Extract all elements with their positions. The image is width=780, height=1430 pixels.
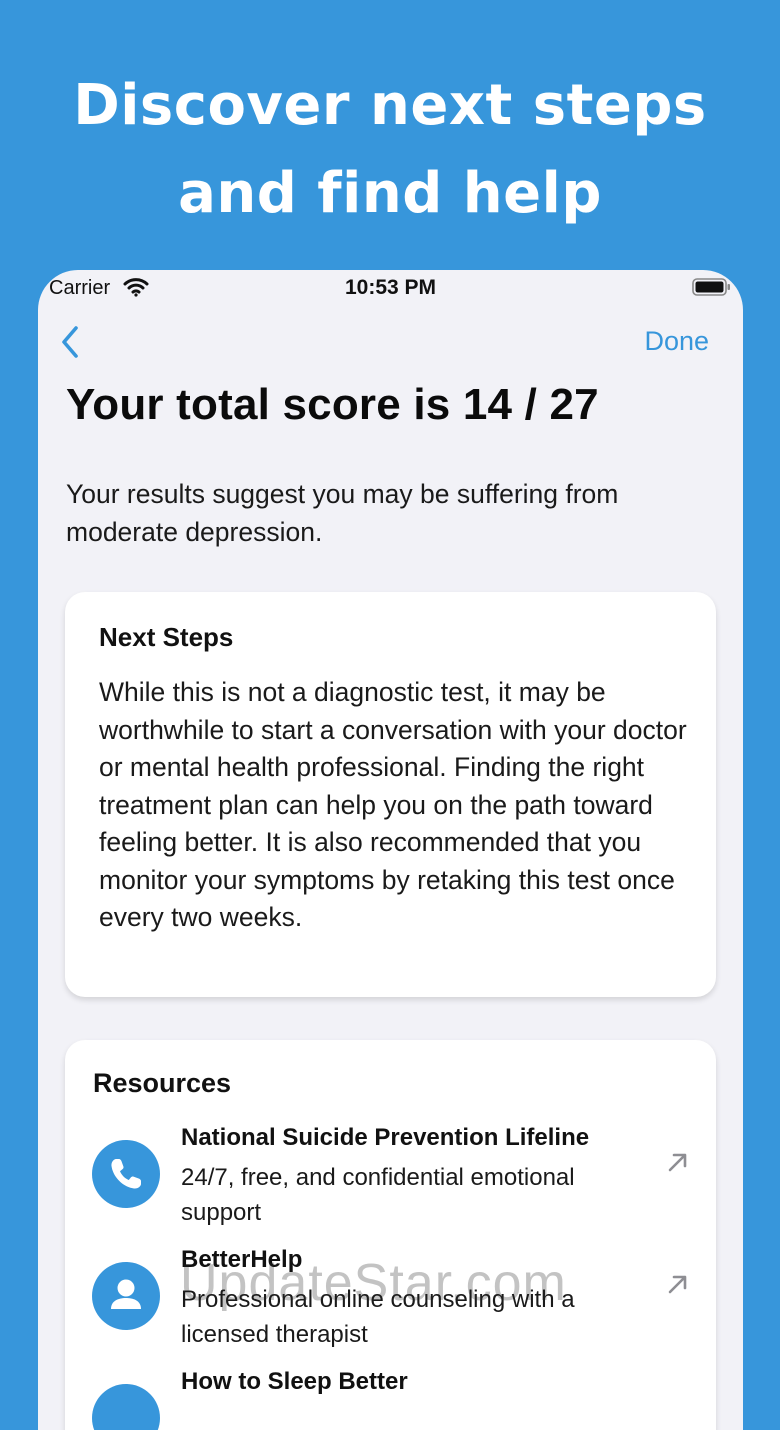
next-steps-card: Next Steps While this is not a diagnosti… [65,592,716,997]
done-button[interactable]: Done [644,326,709,357]
battery-icon [692,277,732,302]
resource-name: BetterHelp [181,1246,303,1273]
external-link-arrow-icon [668,1153,687,1172]
external-link-arrow-icon [668,1275,687,1294]
status-time: 10:53 PM [344,276,437,299]
resource-description: Professional online counseling with a li… [181,1286,575,1348]
next-steps-body: While this is not a diagnostic test, it … [99,677,687,932]
moon-icon [92,1384,160,1430]
hero-line-2: and find help [178,161,602,226]
resource-description: 24/7, free, and confidential emotional s… [181,1164,575,1226]
resource-item-betterhelp[interactable]: BetterHelp Professional online counselin… [65,1246,716,1366]
hero-heading: Discover next steps and find help [0,62,780,238]
resource-name: How to Sleep Better [181,1368,408,1395]
person-icon [92,1262,160,1330]
hero-line-1: Discover next steps [73,73,707,138]
back-button[interactable] [56,322,86,362]
status-bar: Carrier 10:53 PM [38,270,743,310]
page-title: Your total score is 14 / 27 [66,380,599,429]
next-steps-title: Next Steps [99,622,234,652]
resource-item-sleep[interactable]: How to Sleep Better [65,1368,716,1430]
phone-icon [92,1140,160,1208]
resources-card: Resources National Suicide Prevention Li… [65,1040,716,1430]
resource-item-lifeline[interactable]: National Suicide Prevention Lifeline 24/… [65,1124,716,1244]
result-summary: Your results suggest you may be sufferin… [66,479,619,547]
resource-name: National Suicide Prevention Lifeline [181,1124,590,1151]
phone-screen: Carrier 10:53 PM Done Your total score i… [38,270,743,1430]
chevron-left-icon [62,326,78,358]
resources-title: Resources [93,1068,232,1098]
